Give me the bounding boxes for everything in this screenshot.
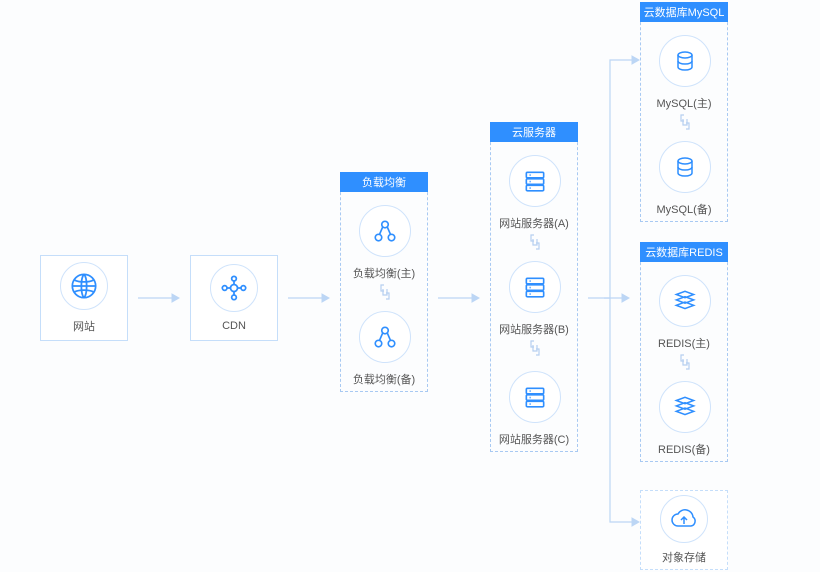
link-icon [528, 233, 542, 251]
globe-icon [60, 262, 108, 310]
arrow-icon [438, 293, 480, 303]
group-load-balancer: 负载均衡 负载均衡(主) 负载均衡(备) [340, 172, 428, 392]
lb-primary-icon [359, 205, 411, 257]
lb-backup-icon [359, 311, 411, 363]
link-icon [528, 339, 542, 357]
node-label: 对象存储 [662, 549, 706, 565]
node-object-storage: 对象存储 [640, 490, 728, 570]
arrow-icon [138, 293, 180, 303]
connector-line [604, 298, 640, 528]
link-icon [678, 113, 692, 131]
server-b-label: 网站服务器(B) [491, 321, 577, 337]
server-c-label: 网站服务器(C) [491, 431, 577, 447]
node-label: CDN [222, 320, 246, 332]
mysql-backup-icon [659, 141, 711, 193]
node-cdn: CDN [190, 255, 278, 341]
group-mysql: 云数据库MySQL MySQL(主) MySQL(备) [640, 2, 728, 222]
redis-backup-label: REDIS(备) [641, 441, 727, 457]
group-header: 负载均衡 [340, 172, 428, 192]
connector-line [604, 55, 640, 305]
group-redis: 云数据库REDIS REDIS(主) REDIS(备) [640, 242, 728, 462]
mysql-primary-label: MySQL(主) [641, 95, 727, 111]
cloud-upload-icon [660, 495, 708, 543]
server-a-label: 网站服务器(A) [491, 215, 577, 231]
redis-primary-label: REDIS(主) [641, 335, 727, 351]
group-cloud-servers: 云服务器 网站服务器(A) 网站服务器(B) 网站服务器(C) [490, 122, 578, 452]
mysql-primary-icon [659, 35, 711, 87]
redis-backup-icon [659, 381, 711, 433]
arrow-icon [288, 293, 330, 303]
link-icon [678, 353, 692, 371]
group-header: 云数据库REDIS [640, 242, 728, 262]
link-icon [378, 283, 392, 301]
cdn-icon [210, 264, 258, 312]
lb-primary-label: 负载均衡(主) [341, 265, 427, 281]
mysql-backup-label: MySQL(备) [641, 201, 727, 217]
node-label: 网站 [73, 318, 95, 334]
node-website: 网站 [40, 255, 128, 341]
server-a-icon [509, 155, 561, 207]
server-c-icon [509, 371, 561, 423]
lb-backup-label: 负载均衡(备) [341, 371, 427, 387]
group-header: 云服务器 [490, 122, 578, 142]
redis-primary-icon [659, 275, 711, 327]
group-header: 云数据库MySQL [640, 2, 728, 22]
server-b-icon [509, 261, 561, 313]
